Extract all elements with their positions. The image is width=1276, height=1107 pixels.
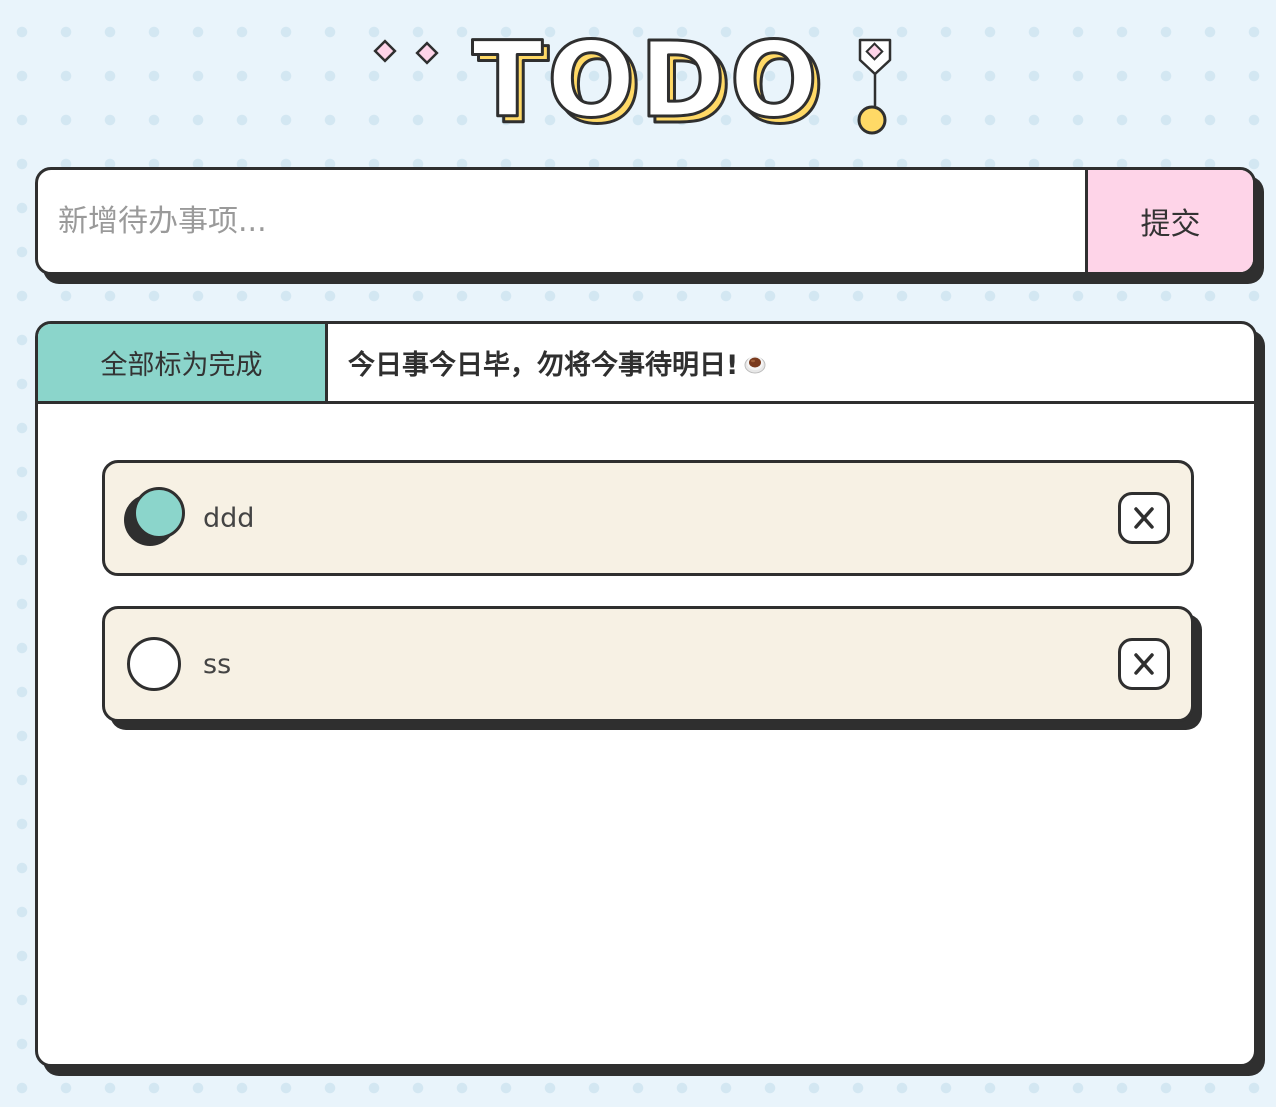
sparkle-icon [373, 39, 397, 63]
close-icon [1134, 507, 1154, 529]
submit-button[interactable]: 提交 [1085, 170, 1253, 272]
mark-all-complete-button[interactable]: 全部标为完成 [38, 324, 328, 401]
delete-button[interactable] [1118, 638, 1170, 690]
panel-header: 全部标为完成 今日事今日毕，勿将今事待明日! [38, 324, 1254, 404]
exclamation-icon [857, 38, 892, 135]
motto-text: 今日事今日毕，勿将今事待明日! [348, 350, 739, 381]
motto: 今日事今日毕，勿将今事待明日! [328, 324, 766, 401]
logo-title: TODO [472, 30, 822, 140]
delete-button[interactable] [1118, 492, 1170, 544]
todo-item: ddd [102, 460, 1194, 576]
logo-graphic: TODO TODO [373, 30, 892, 140]
todo-item-text: ss [203, 648, 232, 680]
todo-checkbox-checked[interactable] [124, 487, 185, 546]
todo-item-text: ddd [203, 502, 255, 534]
todo-panel: 全部标为完成 今日事今日毕，勿将今事待明日! ddd ss [35, 321, 1257, 1067]
app-logo: TODO TODO [368, 30, 908, 140]
sparkle-icon [415, 41, 439, 65]
new-todo-form: 提交 [35, 167, 1256, 275]
new-todo-input[interactable] [38, 170, 1085, 272]
todo-checkbox[interactable] [127, 637, 181, 691]
close-icon [1134, 653, 1154, 675]
coffee-icon [744, 355, 766, 373]
todo-item: ss [102, 606, 1194, 722]
